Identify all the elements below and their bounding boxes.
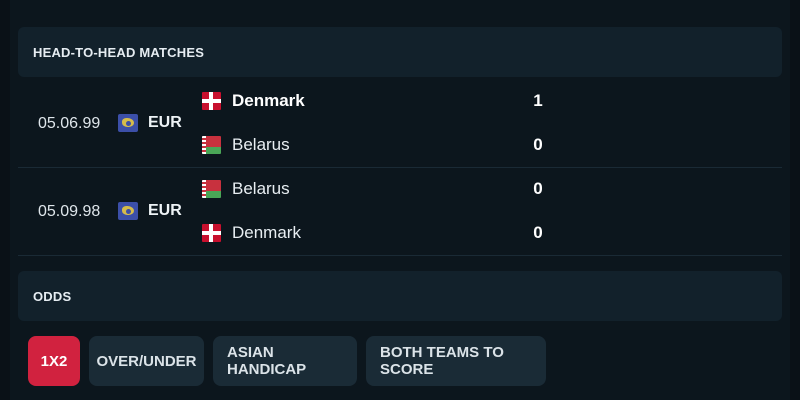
h2h-section-header: HEAD-TO-HEAD MATCHES <box>18 27 782 77</box>
home-score: 1 <box>533 91 543 110</box>
tab-asian-handicap[interactable]: ASIAN HANDICAP <box>213 336 357 386</box>
home-score: 0 <box>533 179 543 198</box>
competition-label: EUR <box>148 202 182 219</box>
away-score: 0 <box>533 223 543 242</box>
away-team: Denmark <box>202 223 301 243</box>
team-name: Belarus <box>232 135 290 154</box>
belarus-flag-icon <box>202 180 221 198</box>
away-team: Belarus <box>202 135 290 155</box>
world-map-icon <box>118 114 138 132</box>
home-team: Denmark <box>202 91 305 111</box>
tab-both-teams-to-score[interactable]: BOTH TEAMS TO SCORE <box>366 336 546 386</box>
team-name: Belarus <box>232 179 290 198</box>
denmark-flag-icon <box>202 224 221 242</box>
away-score: 0 <box>533 135 543 154</box>
denmark-flag-icon <box>202 92 221 110</box>
team-name: Denmark <box>232 91 305 110</box>
odds-tabs: 1X2 OVER/UNDER ASIAN HANDICAP BOTH TEAMS… <box>28 336 546 386</box>
home-team: Belarus <box>202 179 290 199</box>
tab-1x2[interactable]: 1X2 <box>28 336 80 386</box>
h2h-match-row[interactable]: 05.09.98 EUR Belarus Denmark 0 0 <box>18 168 782 256</box>
competition: EUR <box>118 114 182 132</box>
belarus-flag-icon <box>202 136 221 154</box>
team-name: Denmark <box>232 223 301 242</box>
match-date: 05.06.99 <box>38 115 101 132</box>
tab-over-under[interactable]: OVER/UNDER <box>89 336 204 386</box>
competition: EUR <box>118 202 182 220</box>
odds-section-header: ODDS <box>18 271 782 321</box>
page: HEAD-TO-HEAD MATCHES 05.06.99 EUR Denmar… <box>10 0 790 400</box>
competition-label: EUR <box>148 114 182 131</box>
match-date: 05.09.98 <box>38 203 101 220</box>
h2h-title: HEAD-TO-HEAD MATCHES <box>33 44 205 60</box>
h2h-match-row[interactable]: 05.06.99 EUR Denmark Belarus 1 0 <box>18 80 782 168</box>
world-map-icon <box>118 202 138 220</box>
odds-title: ODDS <box>33 288 72 304</box>
